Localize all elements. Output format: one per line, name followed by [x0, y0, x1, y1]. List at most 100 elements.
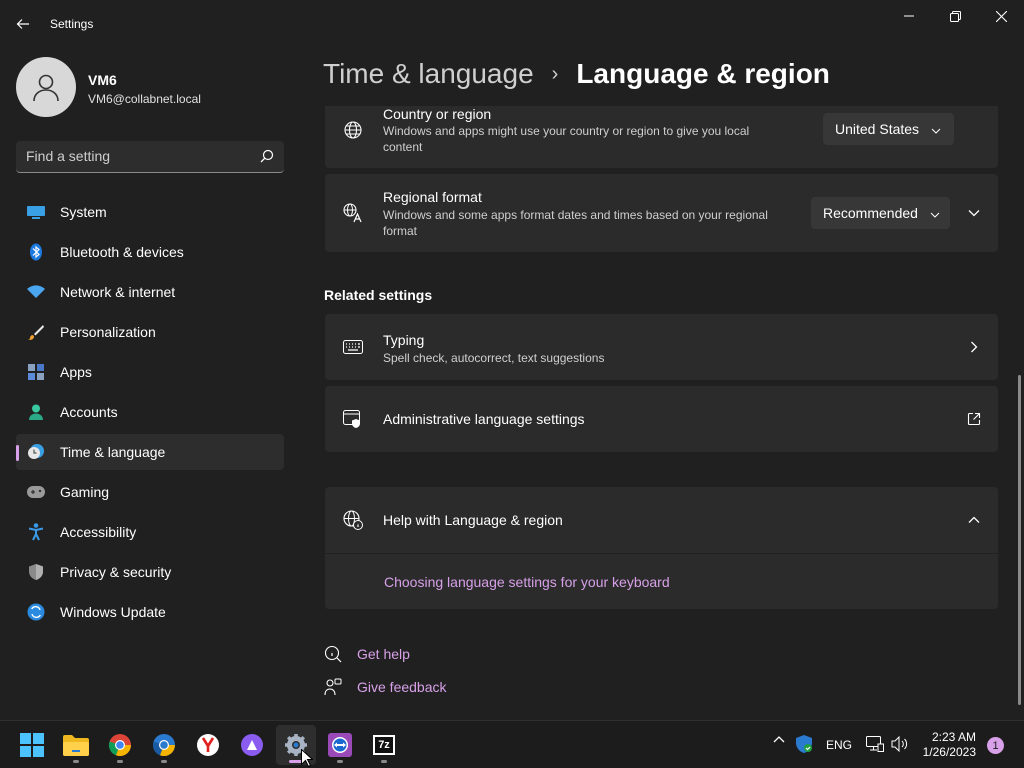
typing-card[interactable]: Typing Spell check, autocorrect, text su…: [325, 314, 998, 380]
chrome-icon: [108, 734, 132, 757]
country-region-desc-line1: Windows and apps might use your country …: [383, 124, 750, 138]
sidebar-item-accessibility[interactable]: Accessibility: [16, 514, 284, 550]
back-arrow-icon: [16, 19, 29, 29]
person-icon: [26, 402, 46, 422]
running-indicator: [337, 760, 343, 763]
clock[interactable]: 2:23 AM 1/26/2023: [918, 730, 976, 760]
brush-icon: [26, 322, 46, 342]
sidebar-item-privacy[interactable]: Privacy & security: [16, 554, 284, 590]
teamviewer-icon: [328, 733, 352, 757]
country-region-dropdown[interactable]: United States: [823, 113, 954, 145]
page-title: Language & region: [576, 58, 830, 89]
breadcrumb-parent[interactable]: Time & language: [323, 58, 534, 90]
sidebar-item-windows-update[interactable]: Windows Update: [16, 594, 284, 630]
taskbar-teamviewer[interactable]: [320, 725, 360, 765]
taskbar-alice[interactable]: [232, 725, 272, 765]
apps-icon: [26, 362, 46, 382]
admin-language-card[interactable]: Administrative language settings: [325, 386, 998, 452]
taskbar: 7z ENG 2:23 AM 1/26/2023 1: [0, 720, 1024, 768]
user-email: VM6@collabnet.local: [88, 92, 201, 106]
keyboard-icon: [342, 336, 364, 358]
shield-icon: [26, 562, 46, 582]
country-region-value: United States: [835, 121, 920, 137]
7zip-icon: 7z: [373, 735, 395, 755]
search-box[interactable]: [16, 141, 284, 173]
clock-date: 1/26/2023: [922, 745, 976, 759]
country-region-card: Country or region Windows and apps might…: [325, 106, 998, 168]
sidebar-item-label: Accounts: [60, 404, 118, 420]
network-icon: [866, 736, 884, 752]
sidebar-item-label: Apps: [60, 364, 92, 380]
help-link-keyboard[interactable]: Choosing language settings for your keyb…: [384, 574, 670, 590]
defender-tray-icon[interactable]: [796, 735, 812, 753]
get-help-label: Get help: [357, 646, 410, 662]
taskbar-chrome[interactable]: [100, 725, 140, 765]
related-settings-heading: Related settings: [324, 287, 433, 303]
7zip-label: 7z: [375, 737, 393, 753]
sidebar-item-personalization[interactable]: Personalization: [16, 314, 284, 350]
give-feedback-link[interactable]: Give feedback: [323, 677, 447, 697]
start-button[interactable]: [12, 725, 52, 765]
sidebar-item-time-language[interactable]: Time & language: [16, 434, 284, 470]
sidebar-item-label: Privacy & security: [60, 564, 172, 580]
system-icon: [26, 202, 46, 222]
language-indicator[interactable]: ENG: [826, 738, 852, 752]
give-feedback-label: Give feedback: [357, 679, 447, 695]
taskbar-file-explorer[interactable]: [56, 725, 96, 765]
regional-format-value: Recommended: [823, 205, 918, 221]
sidebar-item-accounts[interactable]: Accounts: [16, 394, 284, 430]
update-icon: [26, 602, 46, 622]
user-name: VM6: [88, 72, 117, 88]
breadcrumb: Time & language › Language & region: [323, 58, 830, 90]
expand-chevron-icon[interactable]: [964, 203, 984, 223]
sidebar-item-label: Gaming: [60, 484, 110, 500]
minimize-button[interactable]: [886, 0, 932, 32]
restore-button[interactable]: [932, 0, 978, 32]
sidebar-item-apps[interactable]: Apps: [16, 354, 284, 390]
taskbar-yandex-browser[interactable]: [188, 725, 228, 765]
bluetooth-icon: [26, 242, 46, 262]
minimize-icon: [904, 15, 914, 17]
wifi-icon: [26, 282, 46, 302]
title-bar: Settings: [0, 0, 1024, 48]
close-button[interactable]: [978, 0, 1024, 32]
sidebar-item-network[interactable]: Network & internet: [16, 274, 284, 310]
regional-format-desc-line1: Windows and some apps format dates and t…: [383, 208, 768, 222]
regional-format-dropdown[interactable]: Recommended: [811, 197, 950, 229]
get-help-link[interactable]: Get help: [323, 644, 410, 664]
sidebar-item-label: Personalization: [60, 324, 156, 340]
alice-icon: [241, 734, 263, 756]
sidebar-item-gaming[interactable]: Gaming: [16, 474, 284, 510]
taskbar-chromium-browser[interactable]: [144, 725, 184, 765]
chevron-down-icon: [931, 121, 941, 137]
running-indicator: [73, 760, 79, 763]
regional-format-desc-line2: format: [383, 224, 418, 238]
running-indicator: [161, 760, 167, 763]
volume-tray-icon[interactable]: [891, 736, 909, 752]
scrollbar[interactable]: [1018, 375, 1021, 705]
accessibility-icon: [26, 522, 46, 542]
help-section-header[interactable]: Help with Language & region: [325, 487, 998, 553]
avatar[interactable]: [16, 57, 76, 117]
help-globe-icon: [342, 509, 364, 531]
notification-badge[interactable]: 1: [987, 737, 1004, 754]
taskbar-7zip[interactable]: 7z: [364, 725, 404, 765]
search-icon[interactable]: [260, 149, 274, 168]
gamepad-icon: [26, 482, 46, 502]
external-link-icon: [964, 409, 984, 429]
regional-format-card[interactable]: Regional format Windows and some apps fo…: [325, 174, 998, 252]
breadcrumb-separator: ›: [551, 62, 559, 85]
network-tray-icon[interactable]: [866, 736, 884, 752]
sidebar-item-bluetooth[interactable]: Bluetooth & devices: [16, 234, 284, 270]
browser-icon: [152, 734, 176, 757]
sidebar-item-system[interactable]: System: [16, 194, 284, 230]
globe-icon: [342, 119, 364, 141]
regional-format-title: Regional format: [383, 189, 482, 205]
speaker-icon: [891, 736, 908, 752]
chevron-up-icon[interactable]: [964, 510, 984, 530]
get-help-icon: [323, 644, 343, 664]
show-hidden-icons-button[interactable]: [773, 735, 785, 743]
feedback-icon: [323, 677, 343, 697]
back-button[interactable]: [8, 10, 38, 38]
search-input[interactable]: [26, 148, 246, 164]
